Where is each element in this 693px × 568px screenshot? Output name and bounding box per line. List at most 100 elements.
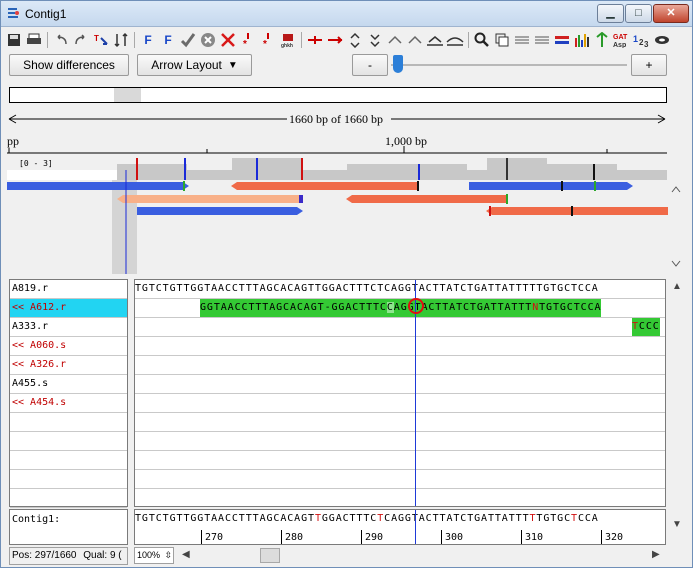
- maximize-button[interactable]: □: [625, 4, 652, 23]
- zoom-select[interactable]: 100% ⇳: [134, 547, 174, 564]
- save-icon[interactable]: [5, 31, 23, 49]
- coverage-block: [347, 164, 467, 180]
- read-bar[interactable]: [7, 182, 183, 190]
- read-bar[interactable]: [352, 195, 507, 203]
- prev-conflict-icon[interactable]: [306, 31, 324, 49]
- mark-icon[interactable]: *: [239, 31, 257, 49]
- sequence-row[interactable]: TGTCTGTTGGTAACCTTTAGCACAGTTGGACTTTCTCAGG…: [135, 280, 665, 299]
- sequence-vertical-scrollbar[interactable]: ▲ ▼: [668, 279, 685, 547]
- find-reverse-icon[interactable]: F: [159, 31, 177, 49]
- flag-icon[interactable]: ghkh: [279, 31, 297, 49]
- sequence-row[interactable]: [135, 337, 665, 356]
- reject-x-icon[interactable]: [219, 31, 237, 49]
- color-icon[interactable]: [553, 31, 571, 49]
- svg-text:ghkh: ghkh: [281, 43, 293, 48]
- ruler-label: 290: [365, 532, 384, 543]
- chevron-down-icon: ▼: [227, 59, 238, 71]
- shift-right-icon[interactable]: [406, 31, 424, 49]
- horizontal-scrollbar[interactable]: ◀ ▶: [178, 547, 666, 564]
- spinner-icon[interactable]: ⇳: [165, 550, 173, 560]
- print-icon[interactable]: [25, 31, 43, 49]
- quality-icon[interactable]: [573, 31, 591, 49]
- length-label: 1660 bp of 1660 bp: [289, 112, 383, 126]
- minimize-button[interactable]: ▁: [597, 4, 624, 23]
- search-icon[interactable]: [473, 31, 491, 49]
- arrow-layout-dropdown[interactable]: Arrow Layout ▼: [137, 54, 252, 76]
- read-names-panel[interactable]: A819.r << A612.r A333.r << A060.s << A32…: [9, 279, 128, 508]
- close-button[interactable]: ✕: [653, 4, 689, 23]
- copy-icon[interactable]: [493, 31, 511, 49]
- aa-icon[interactable]: GAT Asp: [613, 31, 631, 49]
- reject-icon[interactable]: [199, 31, 217, 49]
- toolbar-separator: [134, 32, 135, 48]
- read-sequence-aligned[interactable]: TCCC: [632, 318, 660, 336]
- assembly-scrollbar[interactable]: [668, 178, 685, 274]
- zoom-slider-thumb[interactable]: [393, 55, 403, 73]
- read-sequence-aligned[interactable]: GGTAACCTTTAGCACAGT-GGACTTTCCAGGTACTTATCT…: [200, 299, 602, 317]
- zoom-in-button[interactable]: +: [631, 54, 667, 76]
- align2-icon[interactable]: [533, 31, 551, 49]
- seq-segment: TGTGCTCCA: [539, 302, 602, 313]
- read-name-row[interactable]: << A454.s: [10, 394, 127, 413]
- link-icon[interactable]: [653, 31, 671, 49]
- read-name-row[interactable]: A455.s: [10, 375, 127, 394]
- sort-order-icon[interactable]: [112, 31, 130, 49]
- sequence-row[interactable]: GGTAACCTTTAGCACAGT-GGACTTTCCAGGTACTTATCT…: [135, 299, 665, 318]
- svg-text:Asp: Asp: [613, 42, 626, 48]
- visible-region-marker[interactable]: [114, 88, 141, 102]
- zoom-slider-track[interactable]: [391, 64, 627, 66]
- read-name-row[interactable]: << A060.s: [10, 337, 127, 356]
- read-name-row[interactable]: A819.r: [10, 280, 127, 299]
- expand-icon[interactable]: [446, 31, 464, 49]
- read-bar[interactable]: [237, 182, 419, 190]
- horizontal-scroll-thumb[interactable]: [260, 548, 280, 563]
- read-bar[interactable]: [123, 195, 301, 203]
- sequence-row[interactable]: [135, 394, 665, 413]
- read-arrowhead: [627, 182, 633, 190]
- coverage-gap: [7, 170, 117, 180]
- scroll-up-icon[interactable]: ▲: [672, 281, 682, 292]
- read-name-row[interactable]: A333.r: [10, 318, 127, 337]
- overview-bar[interactable]: [9, 87, 667, 103]
- zoom-out-button[interactable]: -: [352, 54, 388, 76]
- translate-icon[interactable]: [593, 31, 611, 49]
- svg-text:T: T: [94, 34, 99, 43]
- contig-consensus-panel[interactable]: TGTCTGTTGGTAACCTTTAGCACAGTTGGACTTTCTCAGG…: [134, 509, 666, 545]
- read-bar[interactable]: [469, 182, 627, 190]
- scroll-right-icon[interactable]: ▶: [652, 549, 660, 560]
- mismatch-base: T: [571, 513, 578, 524]
- show-differences-button[interactable]: Show differences: [9, 54, 129, 76]
- read-sequence[interactable]: TGTCTGTTGGTAACCTTTAGCACAGTTGGACTTTCTCAGG…: [135, 280, 599, 298]
- up-icon[interactable]: [346, 31, 364, 49]
- toolbar: T F F * * ghkh GAT Asp 123: [5, 29, 691, 51]
- sequence-row[interactable]: [135, 356, 665, 375]
- undo-icon[interactable]: [52, 31, 70, 49]
- next-conflict-icon[interactable]: [326, 31, 344, 49]
- sequence-row[interactable]: [135, 375, 665, 394]
- sort-icon[interactable]: T: [92, 31, 110, 49]
- seq-segment: GGTAACCTTTAGCACAGT-GGACTTTC: [200, 302, 387, 313]
- align-icon[interactable]: [513, 31, 531, 49]
- collapse-icon[interactable]: [426, 31, 444, 49]
- visible-region-column: [112, 180, 137, 274]
- shift-left-icon[interactable]: [386, 31, 404, 49]
- read-bar[interactable]: [137, 207, 297, 215]
- scroll-down-icon[interactable]: ▼: [672, 519, 682, 530]
- scroll-left-icon[interactable]: ◀: [182, 549, 190, 560]
- find-forward-icon[interactable]: F: [139, 31, 157, 49]
- read-bar[interactable]: [492, 207, 672, 215]
- mark2-icon[interactable]: *: [259, 31, 277, 49]
- sequence-panel[interactable]: TGTCTGTTGGTAACCTTTAGCACAGTTGGACTTTCTCAGG…: [134, 279, 666, 507]
- read-name-row[interactable]: << A326.r: [10, 356, 127, 375]
- down-icon[interactable]: [366, 31, 384, 49]
- accept-icon[interactable]: [179, 31, 197, 49]
- ruler-tick: [521, 530, 522, 544]
- redo-icon[interactable]: [72, 31, 90, 49]
- sequence-row[interactable]: TCCC: [135, 318, 665, 337]
- ruler-tick: [601, 530, 602, 544]
- assembly-view[interactable]: 1660 bp of 1660 bp pp 1,000 bp [0 - 3]: [7, 106, 687, 274]
- read-name-row[interactable]: << A612.r: [10, 299, 127, 318]
- empty-row: [135, 413, 665, 432]
- title-bar[interactable]: Contig1 ▁ □ ✕: [1, 1, 692, 27]
- number-icon[interactable]: 123: [633, 31, 651, 49]
